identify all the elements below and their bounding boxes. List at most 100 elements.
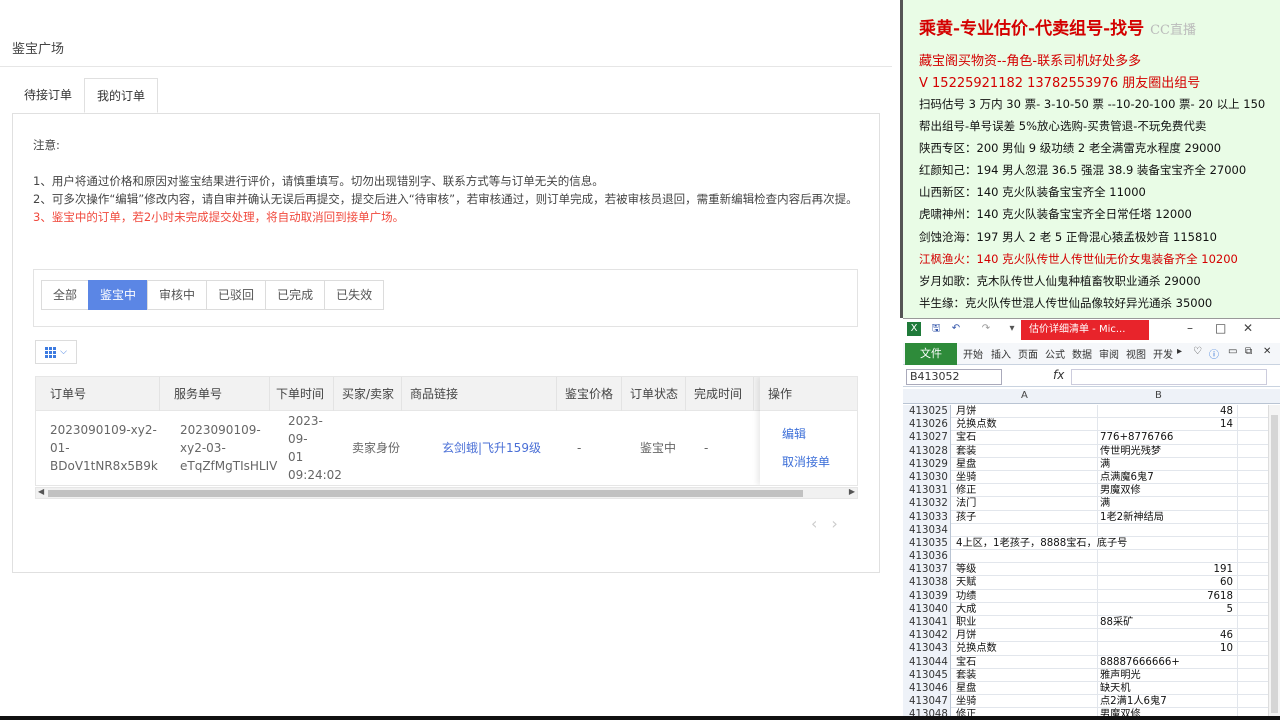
ribbon-tab-data[interactable]: 数据 (1072, 346, 1092, 361)
cell-b[interactable]: 雅声明光 (1100, 669, 1233, 682)
sheet-row[interactable]: 413040 大成 5 (903, 602, 1280, 616)
cell-a[interactable]: 等级 (956, 563, 1098, 576)
sheet-row[interactable]: 413031 修正 男魔双修 (903, 484, 1280, 498)
sheet-row[interactable]: 413025 月饼 48 (903, 405, 1280, 419)
filter-reviewing-button[interactable]: 审核中 (147, 280, 208, 310)
sheet-row[interactable]: 413030 坐骑 点满魔6鬼7 (903, 470, 1280, 485)
sheet-row[interactable]: 413042 月饼 46 (903, 629, 1280, 643)
cell-b[interactable]: 1老2新神结局 (1100, 511, 1233, 524)
sheet-row[interactable]: 413047 坐骑 点2满1人6鬼7 (903, 695, 1280, 709)
cancel-order-button[interactable]: 取消接单 (760, 451, 857, 473)
row-number[interactable]: 413046 (903, 681, 951, 696)
fx-icon[interactable]: fx (1053, 368, 1064, 382)
row-number[interactable]: 413029 (903, 457, 951, 471)
sheet-row[interactable]: 413038 天赋 60 (903, 576, 1280, 590)
ribbon-tab-page[interactable]: 页面 (1018, 346, 1038, 361)
column-header-a[interactable]: A (1021, 390, 1028, 401)
ribbon-tab-developer[interactable]: 开发 (1153, 346, 1173, 361)
cell-b[interactable]: 776+8776766 (1100, 431, 1233, 444)
cell-b[interactable]: 传世明光残梦 (1100, 445, 1233, 458)
file-tab[interactable]: 文件 (905, 343, 957, 365)
sheet-row[interactable]: 413045 套装 雅声明光 (903, 668, 1280, 682)
next-page-icon[interactable]: › (831, 514, 851, 533)
cell-a[interactable]: 宝石 (956, 656, 1098, 669)
cell-b[interactable]: 点满魔6鬼7 (1100, 471, 1233, 484)
column-toggle-button[interactable]: ⌵ (35, 340, 77, 364)
row-number[interactable]: 413033 (903, 510, 951, 524)
cell-a[interactable]: 兑换点数 (956, 418, 1098, 431)
sheet-row[interactable]: 413032 法门满 (903, 497, 1280, 511)
row-number[interactable]: 413041 (903, 616, 951, 630)
edit-button[interactable]: 编辑 (760, 423, 857, 445)
row-number[interactable]: 413040 (903, 602, 951, 616)
filter-rejected-button[interactable]: 已驳回 (206, 280, 267, 310)
filter-expired-button[interactable]: 已失效 (324, 280, 385, 310)
cell-b[interactable]: 10 (1100, 642, 1233, 655)
cell-b[interactable]: 60 (1100, 576, 1233, 589)
row-number[interactable]: 413037 (903, 563, 951, 577)
cell-a[interactable]: 职业 (956, 616, 1098, 629)
cell-b[interactable]: 缺天机 (1100, 682, 1233, 695)
cell-a[interactable]: 孩子 (956, 511, 1098, 524)
cell-a[interactable]: 修正 (956, 484, 1098, 497)
filter-appraising-button[interactable]: 鉴宝中 (88, 280, 149, 310)
sheet-row[interactable]: 413046 星盘 缺天机 (903, 681, 1280, 696)
doc-restore-icon[interactable]: ⧉ (1245, 346, 1252, 357)
table-horizontal-scrollbar[interactable]: ◀ ▶ (35, 487, 858, 499)
prev-page-icon[interactable]: ‹ (811, 514, 831, 533)
ribbon-tab-review[interactable]: 审阅 (1099, 346, 1119, 361)
scrollbar-thumb[interactable] (1271, 415, 1278, 713)
cell-a[interactable]: 4上区，1老孩子，8888宝石，底子号 (956, 537, 1127, 550)
sheet-row[interactable]: 413039 功绩 7618 (903, 589, 1280, 603)
sheet-vertical-scrollbar[interactable] (1268, 405, 1280, 718)
product-link[interactable]: 玄剑蛾|飞升159级 (442, 439, 541, 457)
scroll-right-icon[interactable]: ▶ (849, 487, 855, 496)
tab-pending-orders[interactable]: 待接订单 (12, 78, 84, 113)
cell-a[interactable]: 星盘 (956, 682, 1098, 695)
save-icon[interactable]: 🖫 (929, 322, 943, 336)
row-number[interactable]: 413031 (903, 484, 951, 498)
cell-b[interactable]: 满 (1100, 458, 1233, 471)
cell-b[interactable]: 满 (1100, 497, 1233, 510)
cell-a[interactable]: 月饼 (956, 405, 1098, 418)
ribbon-tab-formula[interactable]: 公式 (1045, 346, 1065, 361)
row-number[interactable]: 413028 (903, 444, 951, 458)
cell-a[interactable]: 月饼 (956, 629, 1098, 642)
cell-b[interactable]: 88采矿 (1100, 616, 1233, 629)
sheet-row[interactable]: 413034 (903, 523, 1280, 537)
cell-a[interactable]: 坐骑 (956, 471, 1098, 484)
row-number[interactable]: 413035 (903, 536, 951, 551)
name-box[interactable]: B413052 (906, 369, 1002, 385)
ribbon-scroll-icon[interactable]: ▸ (1177, 346, 1182, 357)
row-number[interactable]: 413042 (903, 629, 951, 643)
cell-b[interactable]: 191 (1100, 563, 1233, 576)
row-number[interactable]: 413038 (903, 576, 951, 590)
doc-minimize-icon[interactable]: ▭ (1228, 346, 1237, 357)
cell-b[interactable]: 7618 (1100, 590, 1233, 603)
row-number[interactable]: 413036 (903, 550, 951, 564)
ribbon-collapse-icon[interactable]: ♡ (1193, 346, 1202, 357)
ribbon-tab-insert[interactable]: 插入 (991, 346, 1011, 361)
cell-a[interactable]: 功绩 (956, 590, 1098, 603)
sheet-row[interactable]: 413041 职业 88采矿 (903, 616, 1280, 630)
row-number[interactable]: 413030 (903, 470, 951, 485)
scroll-left-icon[interactable]: ◀ (38, 487, 44, 496)
cell-a[interactable]: 天赋 (956, 576, 1098, 589)
sheet-row[interactable]: 413037 等级 191 (903, 563, 1280, 577)
customize-toolbar-icon[interactable]: ▾ (1005, 322, 1019, 336)
cell-a[interactable]: 兑换点数 (956, 642, 1098, 655)
close-icon[interactable]: ✕ (1243, 321, 1253, 335)
row-number[interactable]: 413034 (903, 523, 951, 537)
maximize-icon[interactable]: □ (1215, 321, 1226, 335)
undo-icon[interactable]: ↶ (949, 322, 963, 336)
row-number[interactable]: 413043 (903, 642, 951, 656)
cell-a[interactable]: 法门 (956, 497, 1098, 510)
sheet-row[interactable]: 413028 套装 传世明光残梦 (903, 444, 1280, 458)
scrollbar-thumb[interactable] (48, 490, 803, 497)
filter-all-button[interactable]: 全部 (41, 280, 90, 310)
row-number[interactable]: 413027 (903, 431, 951, 445)
cell-b[interactable]: 14 (1100, 418, 1233, 431)
help-icon[interactable]: ⓘ (1209, 346, 1219, 361)
row-number[interactable]: 413045 (903, 668, 951, 682)
ribbon-tab-home[interactable]: 开始 (963, 346, 983, 361)
